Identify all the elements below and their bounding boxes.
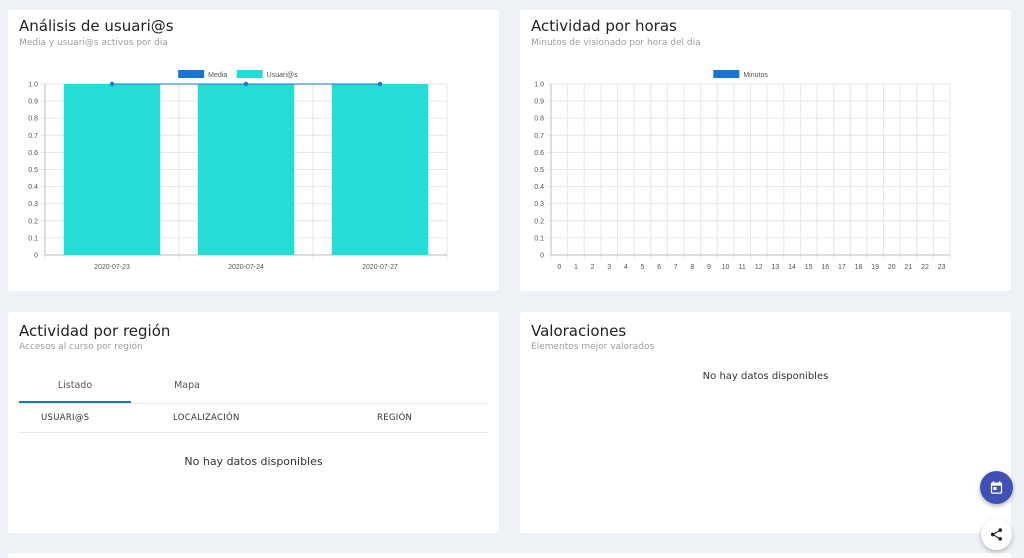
y-tick-label: 0.5 bbox=[28, 167, 38, 174]
legend-label: Media bbox=[208, 72, 227, 79]
y-tick-label: 0.5 bbox=[534, 167, 544, 174]
y-tick-label: 1.0 bbox=[28, 82, 38, 89]
y-tick-label: 0.1 bbox=[28, 235, 38, 242]
table-header-divider bbox=[19, 432, 488, 433]
y-tick-label: 0.3 bbox=[28, 201, 38, 208]
tab-mapa[interactable]: Mapa bbox=[131, 380, 243, 403]
x-tick-label: 13 bbox=[772, 264, 780, 271]
x-tick-label: 5 bbox=[640, 264, 644, 271]
x-tick-label: 21 bbox=[905, 264, 913, 271]
x-tick-label: 9 bbox=[707, 264, 711, 271]
x-tick-label: 2020-07-24 bbox=[228, 264, 264, 271]
ratings-empty-message: No hay datos disponibles bbox=[702, 371, 829, 382]
users-chart: 0 0.1 0.2 0.3 0.4 0.5 0.6 0.7 0.8 0.9 1.0 2020-07-2… bbox=[28, 70, 448, 271]
x-tick-label: 2 bbox=[591, 264, 595, 271]
y-tick-label: 0.7 bbox=[534, 133, 544, 140]
x-tick-label: 20 bbox=[888, 264, 896, 271]
point-media bbox=[109, 81, 115, 87]
region-card-title: Actividad por región bbox=[19, 322, 171, 340]
y-tick-label: 0.2 bbox=[28, 218, 38, 225]
ratings-card-subtitle: Elementos mejor valorados bbox=[531, 342, 655, 352]
tab-listado[interactable]: Listado bbox=[19, 380, 131, 403]
x-tick-label: 15 bbox=[805, 264, 813, 271]
y-tick-label: 0.1 bbox=[534, 235, 544, 242]
hours-chart: 00.10.20.30.40.50.60.70.80.91.00 1 2 3 4 5 6 7 8… bbox=[534, 70, 951, 271]
x-tick-label: 7 bbox=[674, 264, 678, 271]
x-tick-label: 16 bbox=[821, 264, 829, 271]
x-tick-label: 8 bbox=[690, 264, 694, 271]
x-tick-label: 1 bbox=[574, 264, 578, 271]
x-tick-label: 3 bbox=[607, 264, 611, 271]
share-fab-button[interactable] bbox=[981, 519, 1012, 550]
tabs-divider bbox=[19, 403, 488, 404]
x-tick-label: 2020-07-27 bbox=[362, 264, 398, 271]
x-tick-label: 19 bbox=[871, 264, 879, 271]
ratings-card-title: Valoraciones bbox=[531, 322, 627, 340]
point-media bbox=[377, 81, 383, 87]
point-media bbox=[243, 81, 249, 87]
legend-label: Minutos bbox=[743, 72, 768, 79]
legend-swatch bbox=[236, 70, 263, 78]
legend-swatch bbox=[178, 70, 205, 78]
x-tick-label: 4 bbox=[624, 264, 628, 271]
region-card-subtitle: Accesos al curso por región bbox=[19, 342, 143, 352]
y-tick-label: 0 bbox=[34, 253, 38, 260]
bar-usuarios bbox=[197, 84, 295, 255]
bar-usuarios bbox=[331, 84, 429, 255]
region-activity-card: Actividad por región Accesos al curso po… bbox=[8, 312, 499, 533]
x-tick-label: 14 bbox=[788, 264, 796, 271]
bottom-card-edge bbox=[8, 553, 1011, 558]
x-tick-label: 11 bbox=[739, 264, 746, 271]
x-tick-label: 6 bbox=[657, 264, 661, 271]
ratings-card: Valoraciones Elementos mejor valorados N… bbox=[520, 312, 1011, 533]
y-tick-label: 0.8 bbox=[28, 116, 38, 123]
calendar-icon bbox=[990, 481, 1003, 494]
users-analysis-card: Análisis de usuari@s Media y usuari@s ac… bbox=[8, 10, 499, 291]
x-tick-label: 10 bbox=[722, 264, 730, 271]
y-tick-label: 0.6 bbox=[28, 150, 38, 157]
y-tick-label: 0.6 bbox=[534, 150, 544, 157]
column-header-localizacion[interactable]: LOCALIZACIÓN bbox=[173, 413, 240, 423]
calendar-fab-button[interactable] bbox=[980, 471, 1013, 504]
x-tick-label: 12 bbox=[755, 264, 763, 271]
y-tick-label: 0.3 bbox=[534, 201, 544, 208]
y-tick-label: 1.0 bbox=[534, 82, 544, 89]
x-tick-label: 17 bbox=[838, 264, 846, 271]
hours-activity-card: Actividad por horas Minutos de visionado… bbox=[520, 10, 1011, 291]
y-tick-label: 0.7 bbox=[28, 133, 38, 140]
y-tick-label: 0 bbox=[540, 253, 544, 260]
region-empty-message: No hay datos disponibles bbox=[184, 455, 323, 468]
legend-swatch bbox=[713, 70, 740, 78]
x-tick-label: 2020-07-23 bbox=[94, 264, 130, 271]
x-tick-label: 23 bbox=[938, 264, 946, 271]
legend-label: Usuari@s bbox=[267, 72, 298, 79]
bar-usuarios bbox=[63, 84, 161, 255]
column-header-region[interactable]: REGIÓN bbox=[377, 413, 412, 423]
x-tick-label: 18 bbox=[855, 264, 863, 271]
y-tick-label: 0.8 bbox=[534, 116, 544, 123]
y-tick-label: 0.4 bbox=[28, 184, 38, 191]
y-tick-label: 0.9 bbox=[534, 99, 544, 106]
y-tick-label: 0.4 bbox=[534, 184, 544, 191]
y-tick-label: 0.2 bbox=[534, 218, 544, 225]
y-tick-label: 0.9 bbox=[28, 99, 38, 106]
column-header-usuarios[interactable]: USUARI@S bbox=[41, 413, 89, 423]
share-icon bbox=[990, 528, 1003, 541]
x-tick-label: 0 bbox=[557, 264, 561, 271]
x-tick-label: 22 bbox=[921, 264, 929, 271]
